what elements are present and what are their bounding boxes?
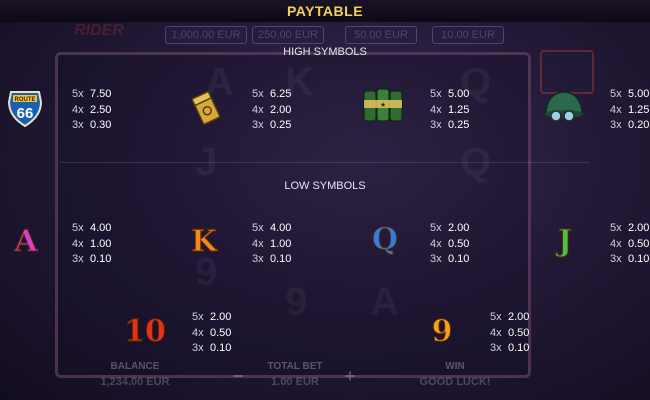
- background-reel-symbol: 9: [285, 280, 308, 324]
- cans-icon: ★: [362, 85, 403, 125]
- paytable-header: PAYTABLE: [0, 0, 650, 22]
- paytable-entry: 5x 2.00 4x 0.50 3x 0.10: [192, 311, 232, 354]
- page-title: PAYTABLE: [286, 3, 364, 19]
- background-logo: RIDER: [74, 22, 124, 39]
- route-66-sign-icon: ROUTE 66: [5, 88, 45, 128]
- low-symbols-title: LOW SYMBOLS: [284, 180, 366, 192]
- symbol-9-icon: 9: [422, 312, 462, 352]
- helmet-icon: [540, 88, 586, 128]
- increase-bet-button: +: [344, 366, 356, 386]
- svg-text:★: ★: [380, 101, 386, 109]
- symbol-label: J: [557, 224, 573, 260]
- background-bet-chip: 50.00 EUR: [345, 26, 417, 44]
- symbol-label: 9: [431, 314, 453, 350]
- paytable-entry: 5x 4.00 4x 1.00 3x 0.10: [252, 222, 292, 265]
- decrease-bet-button: −: [232, 366, 244, 386]
- background-bet-chip: 1,000.00 EUR: [165, 26, 247, 44]
- win-label: WIN: [445, 361, 465, 372]
- background-reel-symbol: A: [370, 280, 399, 324]
- lighter-icon: [186, 86, 226, 126]
- high-symbols-title: HIGH SYMBOLS: [283, 46, 367, 58]
- balance-value: 1,234.00 EUR: [100, 376, 170, 388]
- background-bet-chip: 10.00 EUR: [432, 26, 504, 44]
- win-value: GOOD LUCK!: [419, 376, 491, 388]
- section-divider: [60, 162, 590, 163]
- paytable-entry: 5x 6.25 4x 2.00 3x 0.25: [252, 88, 292, 131]
- balance-label: BALANCE: [110, 361, 160, 372]
- svg-text:66: 66: [17, 105, 34, 122]
- paytable-entry: 5x 2.00 4x 0.50 3x 0.10: [490, 311, 530, 354]
- svg-text:ROUTE: ROUTE: [15, 97, 36, 103]
- symbol-label: Q: [371, 222, 399, 258]
- symbol-k-icon: K: [184, 222, 224, 262]
- symbol-label: A: [14, 224, 38, 260]
- paytable-entry: 5x 2.00 4x 0.50 3x 0.10: [610, 222, 650, 265]
- symbol-10-icon: 10: [120, 312, 170, 352]
- total-bet-value: 1.00 EUR: [271, 376, 319, 388]
- background-footer: BALANCE 1,234.00 EUR − TOTAL BET 1.00 EU…: [0, 360, 650, 400]
- paytable-entry: 5x 5.00 4x 1.25 3x 0.25: [430, 88, 470, 131]
- symbol-j-icon: J: [545, 222, 585, 262]
- symbol-label: 10: [124, 314, 167, 350]
- paytable-entry: 5x 7.50 4x 2.50 3x 0.30: [72, 88, 112, 131]
- paytable-entry: 5x 4.00 4x 1.00 3x 0.10: [72, 222, 112, 265]
- symbol-q-icon: Q: [365, 220, 405, 260]
- paytable-entry: 5x 2.00 4x 0.50 3x 0.10: [430, 222, 470, 265]
- total-bet-label: TOTAL BET: [267, 361, 323, 372]
- symbol-label: K: [190, 224, 218, 260]
- symbol-a-icon: A: [6, 222, 46, 262]
- paytable-entry: 5x 5.00 4x 1.25 3x 0.20: [610, 88, 650, 131]
- background-bet-chip: 250.00 EUR: [252, 26, 324, 44]
